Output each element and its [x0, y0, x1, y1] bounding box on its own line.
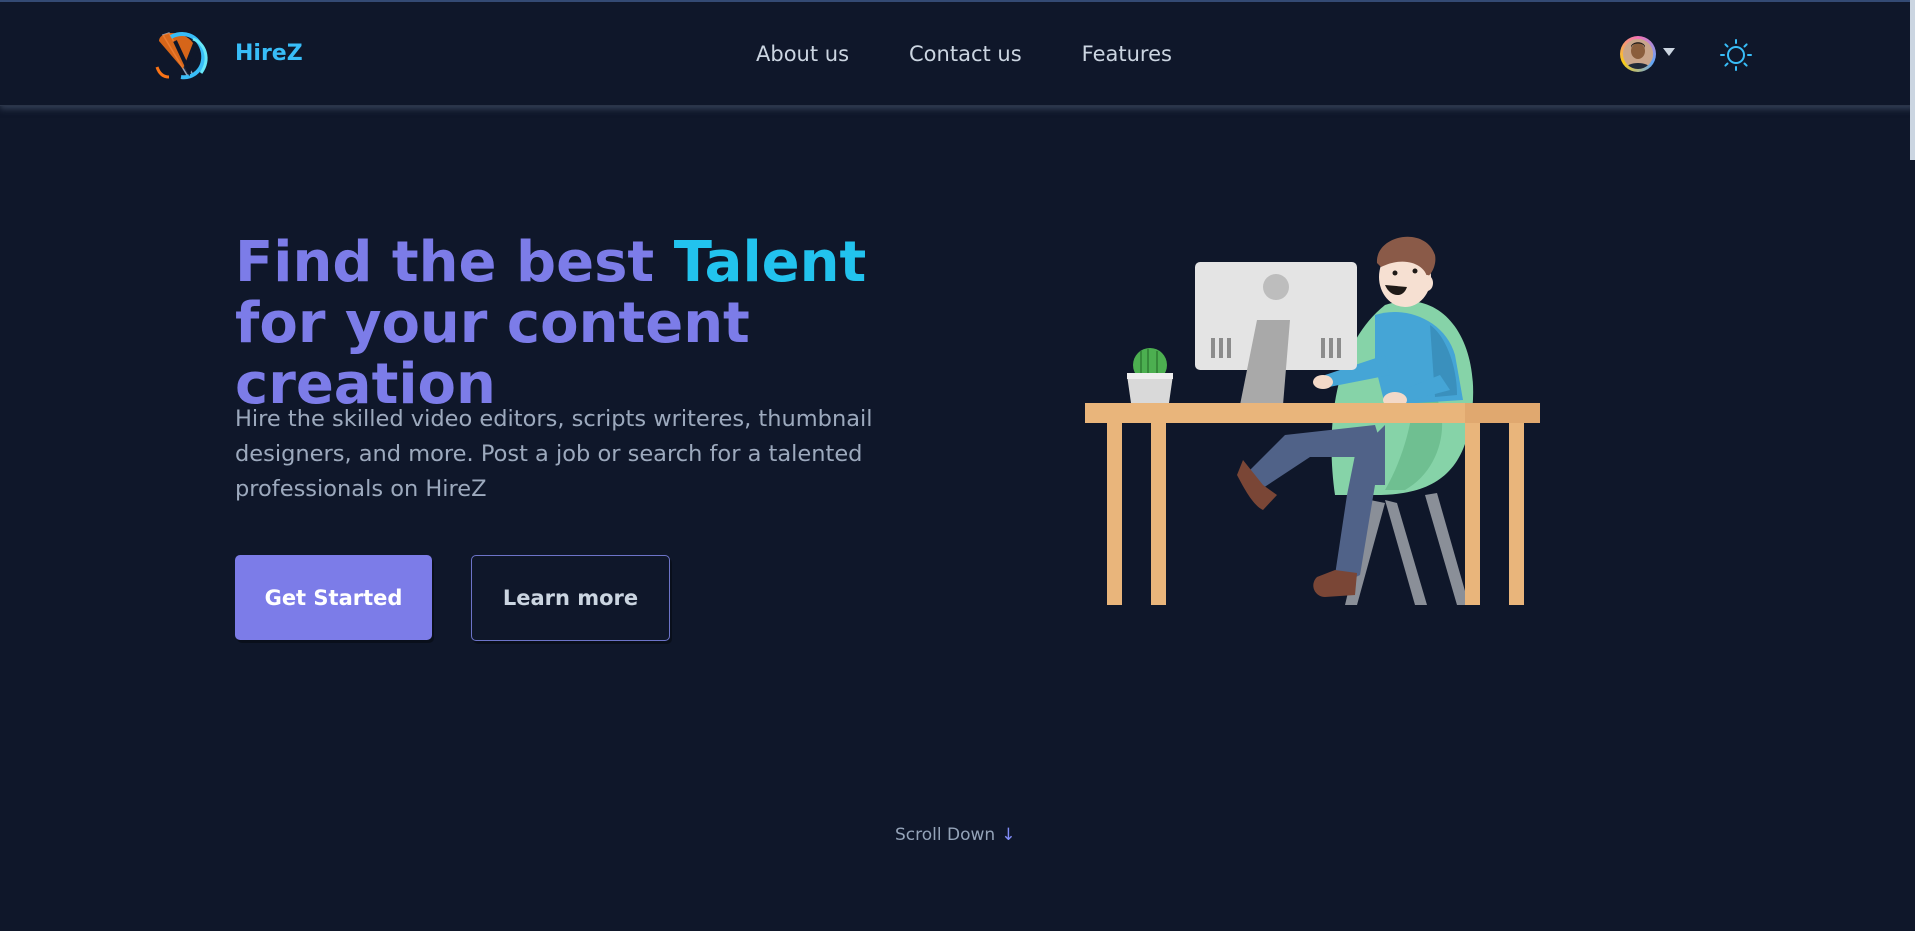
sun-icon[interactable]: [1720, 39, 1752, 71]
nav-contact-us[interactable]: Contact us: [909, 42, 1022, 66]
page-scrollbar[interactable]: [1910, 0, 1915, 160]
hero-illustration: [1085, 236, 1540, 605]
scroll-down-hint[interactable]: Scroll Down ↓: [895, 825, 1015, 845]
hero-title-accent: Talent: [673, 230, 867, 295]
arrow-down-icon: ↓: [1001, 825, 1016, 845]
hero-title: Find the best Talent for your content cr…: [235, 232, 955, 415]
get-started-button[interactable]: Get Started: [235, 555, 432, 640]
hirez-logo-icon[interactable]: [153, 29, 215, 83]
hero-description: Hire the skilled video editors, scripts …: [235, 406, 873, 502]
chevron-down-icon[interactable]: [1663, 48, 1675, 56]
brand-name[interactable]: HireZ: [235, 41, 303, 66]
main-nav: About us Contact us Features: [756, 42, 1232, 66]
hero-title-part2: for your content creation: [235, 291, 750, 417]
avatar-photo: [1623, 39, 1653, 69]
scroll-down-label: Scroll Down: [895, 825, 996, 845]
user-avatar[interactable]: [1620, 36, 1656, 72]
navbar: HireZ About us Contact us Features: [0, 2, 1915, 106]
nav-about-us[interactable]: About us: [756, 42, 849, 66]
learn-more-button[interactable]: Learn more: [471, 555, 670, 641]
nav-features[interactable]: Features: [1082, 42, 1172, 66]
hero-title-part1: Find the best: [235, 230, 674, 295]
